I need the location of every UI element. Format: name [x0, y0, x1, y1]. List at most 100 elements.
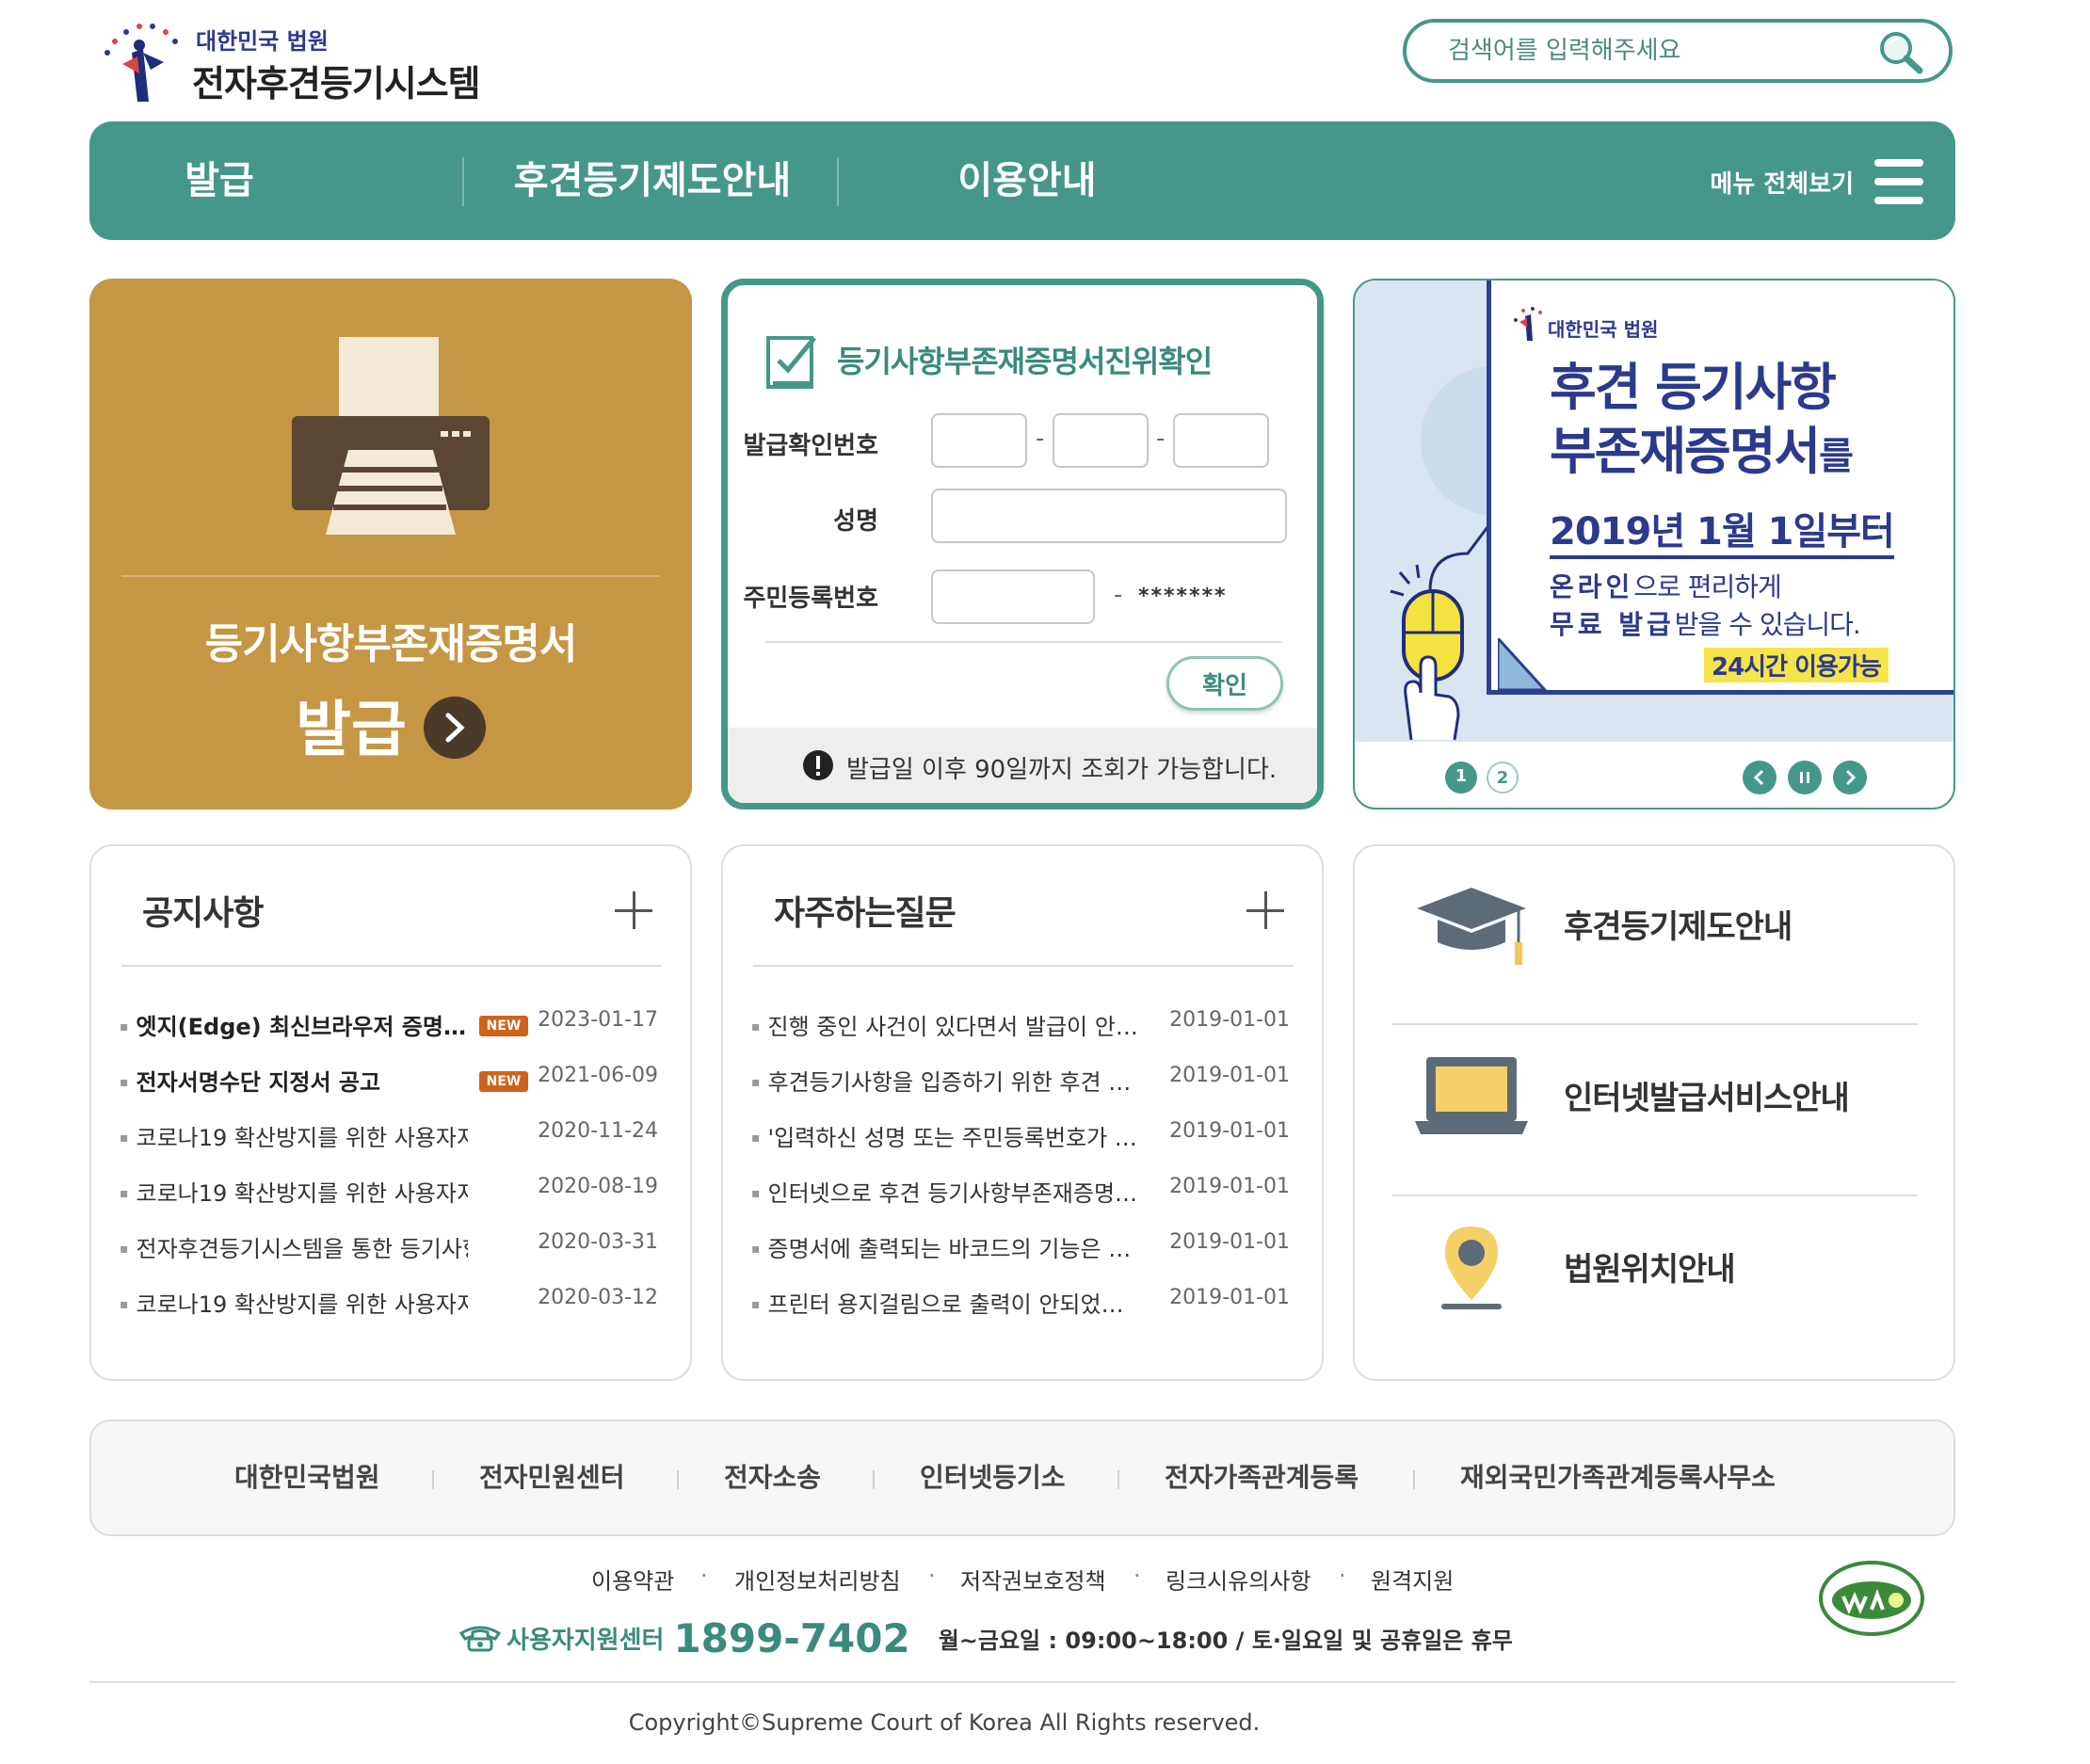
notice-row[interactable]: 엣지(Edge) 최신브라우저 증명… NEW 2023-01-17 — [120, 1008, 666, 1046]
quick-link-internet-issue-guide[interactable]: 인터넷발급서비스안내 — [1392, 1025, 1920, 1166]
issue-card-action: 발급 — [89, 682, 692, 768]
dash-separator: - — [1114, 581, 1123, 609]
nav-item-issue[interactable]: 발급 — [89, 121, 349, 240]
footer-link-terms[interactable]: 이용약관 — [591, 1563, 674, 1596]
notice-row[interactable]: 전자후견등기시스템을 통한 등기사항… 2020-03-31 — [120, 1230, 666, 1268]
name-label: 성명 — [833, 507, 878, 536]
issue-card-action-label: 발급 — [296, 696, 407, 765]
notice-row-title: 엣지(Edge) 최신브라우저 증명… — [120, 1008, 468, 1041]
family-divider — [1413, 1470, 1415, 1489]
notice-row-title: 코로나19 확산방지를 위한 사용자지… — [120, 1119, 469, 1152]
banner-headline-line2-suffix: 를 — [1819, 435, 1854, 478]
notice-row[interactable]: 코로나19 확산방지를 위한 사용자지… 2020-03-12 — [120, 1286, 666, 1323]
new-badge: NEW — [479, 1016, 528, 1036]
banner-date: 2019년 1월 1일부터 — [1550, 501, 1895, 559]
hamburger-icon — [1874, 159, 1923, 204]
family-link-family-registration[interactable]: 전자가족관계등록 — [1165, 1421, 1358, 1534]
resident-number-input[interactable] — [931, 569, 1095, 624]
notice-row[interactable]: 전자서명수단 지정서 공고 NEW 2021-06-09 — [120, 1064, 666, 1101]
quick-link-court-location[interactable]: 법원위치안내 — [1392, 1196, 1920, 1338]
faq-row[interactable]: 인터넷으로 후견 등기사항부존재증명… 2019-01-01 — [751, 1175, 1297, 1212]
faq-row[interactable]: 진행 중인 사건이 있다면서 발급이 안… 2019-01-01 — [751, 1008, 1297, 1046]
prev-slide-button[interactable] — [1743, 761, 1776, 794]
quick-link-label: 법원위치안내 — [1564, 1251, 1736, 1289]
notice-row[interactable]: 코로나19 확산방지를 위한 사용자지… 2020-11-24 — [120, 1119, 666, 1157]
notice-more-plus-icon[interactable] — [615, 891, 652, 929]
notice-board: 공지사항 엣지(Edge) 최신브라우저 증명… NEW 2023-01-17 전자서… — [89, 844, 692, 1381]
verify-divider — [765, 641, 1281, 643]
exclamation-icon — [803, 750, 833, 780]
quick-link-label: 인터넷발급서비스안내 — [1564, 1080, 1850, 1117]
verify-certificate-card: 등기사항부존재증명서진위확인 발급확인번호 - - 성명 주민등록번호 - **… — [721, 279, 1324, 810]
notice-row-title: 코로나19 확산방지를 위한 사용자지… — [120, 1175, 469, 1208]
verify-footer: 발급일 이후 90일까지 조회가 가능합니다. — [728, 728, 1317, 803]
help-center-phone: 1899-7402 — [673, 1614, 910, 1661]
family-divider — [873, 1470, 875, 1489]
all-menu-label: 메뉴 전체보기 — [1710, 169, 1854, 199]
notice-row-date: 2020-03-12 — [538, 1286, 658, 1309]
footer-dot: · — [1339, 1563, 1346, 1589]
quick-link-guardianship-guide[interactable]: 후견등기제도안내 — [1392, 854, 1920, 995]
faq-row-date: 2019-01-01 — [1169, 1008, 1290, 1032]
family-link-overseas-family-registration[interactable]: 재외국민가족관계등록사무소 — [1460, 1421, 1776, 1534]
banner-controls — [1731, 761, 1867, 794]
banner-online-line: 온라인으로 편리하게 — [1550, 567, 1782, 604]
faq-row-date: 2019-01-01 — [1169, 1064, 1290, 1087]
nav-item-guardianship-guide[interactable]: 후견등기제도안내 — [466, 121, 839, 240]
chevron-right-icon — [423, 697, 486, 760]
notice-row-date: 2020-08-19 — [538, 1175, 658, 1198]
notice-divider — [121, 965, 662, 967]
faq-more-plus-icon[interactable] — [1246, 891, 1284, 929]
family-link-e-civil-center[interactable]: 전자민원센터 — [479, 1421, 625, 1534]
faq-row[interactable]: 프린터 용지걸림으로 출력이 안되었… 2019-01-01 — [751, 1286, 1297, 1323]
promo-banner[interactable]: 대한민국 법원 후견 등기사항 부존재증명서를 2019년 1월 1일부터 온라… — [1353, 279, 1955, 810]
pause-icon — [1800, 772, 1809, 783]
search-input[interactable] — [1448, 32, 1853, 70]
faq-divider — [753, 965, 1294, 967]
all-menu-button[interactable]: 메뉴 전체보기 — [1710, 155, 1923, 208]
issue-number-input-2[interactable] — [1053, 413, 1149, 468]
logo-title-text: 전자후견등기시스템 — [192, 63, 481, 104]
page-curl-shape — [1498, 638, 1549, 692]
faq-row-title: '입력하신 성명 또는 주민등록번호가 … — [751, 1119, 1137, 1152]
quick-link-label: 후견등기제도안내 — [1564, 908, 1793, 946]
quick-links: 후견등기제도안내 인터넷발급서비스안내 법원위치안내 — [1353, 844, 1955, 1381]
banner-org: 대한민국 법원 — [1548, 318, 1659, 341]
notice-row-title: 코로나19 확산방지를 위한 사용자지… — [120, 1286, 469, 1319]
pause-slide-button[interactable] — [1788, 761, 1822, 794]
verify-title: 등기사항부존재증명서진위확인 — [837, 344, 1213, 379]
footer-link-remote-support[interactable]: 원격지원 — [1371, 1563, 1454, 1596]
banner-page-1[interactable]: 1 — [1445, 762, 1477, 794]
site-logo[interactable]: 대한민국 법원 전자후견등기시스템 — [94, 15, 490, 109]
faq-row-title: 인터넷으로 후견 등기사항부존재증명… — [751, 1175, 1138, 1208]
notice-row[interactable]: 코로나19 확산방지를 위한 사용자지… 2020-08-19 — [120, 1175, 666, 1212]
issue-number-input-3[interactable] — [1173, 413, 1269, 468]
faq-row-title: 후견등기사항을 입증하기 위한 후견 … — [751, 1064, 1137, 1097]
banner-free-line: 무료 발급받을 수 있습니다. — [1550, 604, 1861, 642]
help-center-hours: 월~금요일 : 09:00~18:00 / 토·일요일 및 공휴일은 휴무 — [938, 1627, 1513, 1654]
family-link-supreme-court[interactable]: 대한민국법원 — [234, 1421, 380, 1534]
banner-page-2[interactable]: 2 — [1487, 762, 1519, 794]
faq-row-date: 2019-01-01 — [1169, 1286, 1290, 1309]
next-slide-button[interactable] — [1833, 761, 1867, 794]
footer-link-link-notice[interactable]: 링크시유의사항 — [1166, 1563, 1311, 1596]
footer-link-copyright[interactable]: 저작권보호정책 — [960, 1563, 1106, 1596]
search-icon[interactable] — [1875, 28, 1928, 75]
confirm-button[interactable]: 확인 — [1166, 656, 1283, 711]
faq-row[interactable]: '입력하신 성명 또는 주민등록번호가 … 2019-01-01 — [751, 1119, 1297, 1157]
nav-divider — [837, 157, 839, 206]
faq-row[interactable]: 증명서에 출력되는 바코드의 기능은 … 2019-01-01 — [751, 1230, 1297, 1268]
family-link-e-litigation[interactable]: 전자소송 — [724, 1421, 821, 1534]
nav-item-usage-guide[interactable]: 이용안내 — [841, 121, 1214, 240]
name-input[interactable] — [931, 489, 1287, 543]
notice-title: 공지사항 — [142, 894, 264, 933]
notice-row-date: 2020-03-31 — [538, 1230, 658, 1254]
faq-row[interactable]: 후견등기사항을 입증하기 위한 후견 … 2019-01-01 — [751, 1064, 1297, 1101]
notice-row-date: 2020-11-24 — [538, 1119, 658, 1143]
faq-row-date: 2019-01-01 — [1169, 1175, 1290, 1198]
family-link-internet-registry[interactable]: 인터넷등기소 — [920, 1421, 1066, 1534]
family-divider — [677, 1470, 679, 1489]
issue-certificate-card[interactable]: 등기사항부존재증명서 발급 — [89, 279, 692, 810]
issue-number-input-1[interactable] — [931, 413, 1027, 468]
footer-link-privacy[interactable]: 개인정보처리방침 — [734, 1563, 901, 1596]
